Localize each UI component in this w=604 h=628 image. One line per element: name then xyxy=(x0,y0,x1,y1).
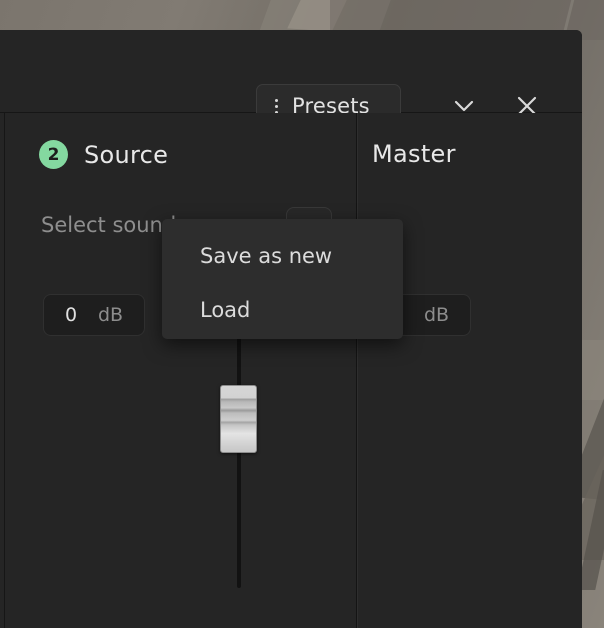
fader-handle[interactable] xyxy=(220,385,257,453)
source-gain-value: 0 xyxy=(64,304,78,326)
source-gain-unit: dB xyxy=(98,304,124,326)
kebab-menu-icon xyxy=(275,98,278,114)
select-sound-label: Select sound xyxy=(41,213,177,237)
master-channel-strip: Master 0 dB xyxy=(357,113,581,628)
window-titlebar: Presets xyxy=(0,30,582,128)
master-gain-unit: dB xyxy=(424,304,450,326)
source-channel-strip: 2 Source Select sound 0 dB xyxy=(5,113,357,628)
source-index-badge: 2 xyxy=(39,140,68,169)
master-channel-title: Master xyxy=(372,140,456,168)
source-volume-fader[interactable] xyxy=(219,298,259,588)
source-gain-field[interactable]: 0 dB xyxy=(43,294,145,336)
master-channel-header: Master xyxy=(372,140,456,168)
menu-item-load[interactable]: Load xyxy=(162,283,403,337)
presets-dropdown-menu: Save as new Load xyxy=(162,219,403,339)
menu-item-save-as-new[interactable]: Save as new xyxy=(162,229,403,283)
plugin-window: Presets 2 Source Select sound 0 dB Maste… xyxy=(0,30,582,628)
source-channel-title: Source xyxy=(84,140,169,169)
background-shape xyxy=(582,340,604,400)
source-channel-header: 2 Source xyxy=(39,140,168,169)
mixer-body: 2 Source Select sound 0 dB Master dB Sav… xyxy=(0,113,582,628)
